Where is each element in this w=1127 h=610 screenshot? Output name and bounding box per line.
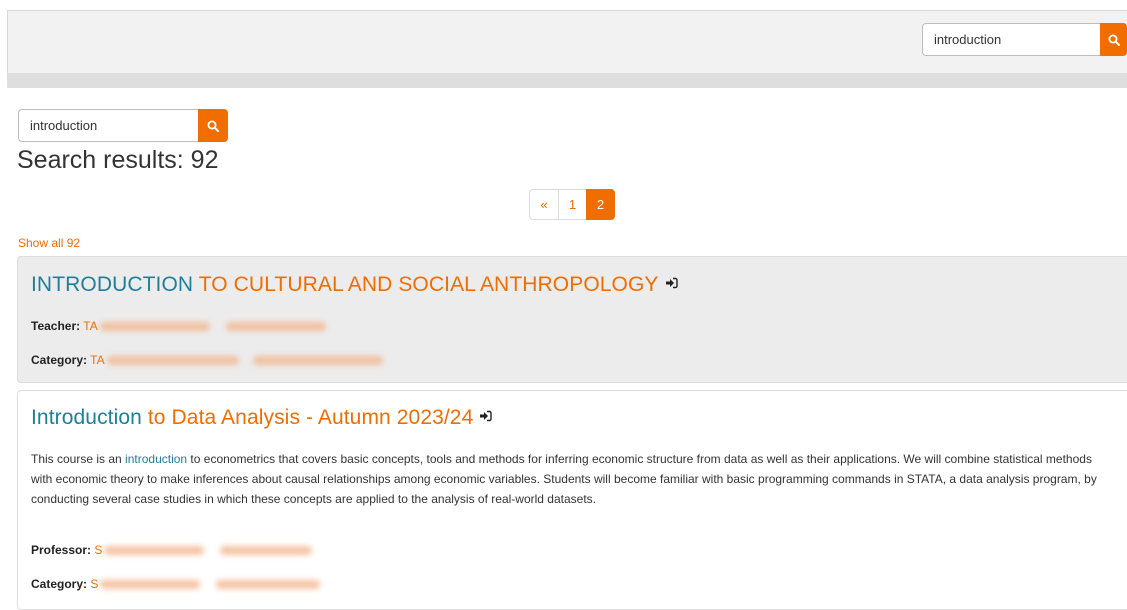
pagination: « 1 2 bbox=[529, 189, 615, 220]
result-title-link[interactable]: INTRODUCTION TO CULTURAL AND SOCIAL ANTH… bbox=[31, 273, 678, 297]
redacted-text bbox=[252, 356, 383, 366]
header-search bbox=[922, 23, 1127, 56]
header-search-input[interactable] bbox=[922, 23, 1100, 56]
redacted-text bbox=[220, 546, 313, 556]
search-results-count: Search results: 92 bbox=[17, 146, 219, 174]
result-title-text: TO CULTURAL AND SOCIAL ANTHROPOLOGY bbox=[193, 273, 659, 296]
search-icon bbox=[207, 120, 219, 132]
pagination-page-1[interactable]: 1 bbox=[558, 189, 587, 220]
enter-icon bbox=[480, 411, 493, 422]
result-description: This course is an introduction to econom… bbox=[31, 449, 1111, 509]
result-teacher: Teacher: TA bbox=[31, 319, 326, 333]
result-title-link[interactable]: Introduction to Data Analysis - Autumn 2… bbox=[31, 406, 493, 430]
header-search-button[interactable] bbox=[1100, 23, 1127, 56]
redacted-text bbox=[100, 580, 201, 590]
professor-value[interactable]: S bbox=[94, 543, 102, 557]
main-search-input[interactable] bbox=[18, 109, 198, 142]
teacher-label: Teacher: bbox=[31, 319, 81, 333]
redacted-text bbox=[216, 580, 321, 590]
main-search-button[interactable] bbox=[198, 109, 228, 142]
result-card: Introduction to Data Analysis - Autumn 2… bbox=[17, 390, 1127, 610]
category-value[interactable]: TA bbox=[90, 353, 104, 367]
category-value[interactable]: S bbox=[90, 577, 98, 591]
description-keyword: introduction bbox=[125, 452, 188, 466]
pagination-page-2[interactable]: 2 bbox=[586, 189, 615, 220]
category-label: Category: bbox=[31, 353, 88, 367]
search-icon bbox=[1108, 34, 1120, 46]
redacted-text bbox=[99, 322, 210, 332]
header-divider-band bbox=[7, 73, 1127, 88]
result-title-keyword: INTRODUCTION bbox=[31, 273, 194, 296]
result-category: Category: TA bbox=[31, 353, 383, 367]
result-professor: Professor: S bbox=[31, 543, 313, 557]
category-label: Category: bbox=[31, 577, 88, 591]
description-text: to econometrics that covers basic concep… bbox=[31, 452, 1097, 506]
enter-icon bbox=[665, 278, 678, 289]
result-card: INTRODUCTION TO CULTURAL AND SOCIAL ANTH… bbox=[17, 256, 1127, 383]
main-search bbox=[18, 109, 228, 142]
redacted-text bbox=[104, 546, 205, 556]
pagination-prev[interactable]: « bbox=[529, 189, 559, 220]
redacted-text bbox=[106, 356, 239, 366]
result-title-text: to Data Analysis - Autumn 2023/24 bbox=[141, 406, 474, 429]
redacted-text bbox=[225, 322, 326, 332]
show-all-link[interactable]: Show all 92 bbox=[18, 236, 80, 250]
result-title-keyword: Introduction bbox=[31, 406, 142, 429]
teacher-value[interactable]: TA bbox=[83, 319, 97, 333]
result-category: Category: S bbox=[31, 577, 321, 591]
professor-label: Professor: bbox=[31, 543, 92, 557]
description-text: This course is an bbox=[31, 452, 126, 466]
